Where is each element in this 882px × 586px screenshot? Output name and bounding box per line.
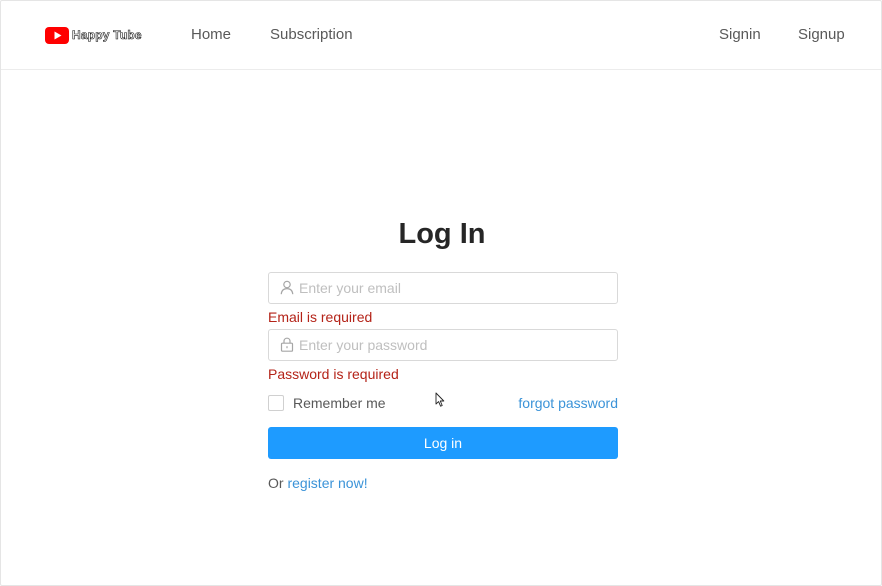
page-title: Log In — [398, 218, 486, 250]
youtube-play-icon — [45, 26, 69, 44]
remember-me-label: Remember me — [293, 395, 386, 411]
register-prompt: Or register now! — [268, 474, 368, 492]
brand-name: Happy Tube — [72, 28, 142, 43]
page-frame: Happy Tube Home Subscription Signin Sign… — [0, 0, 882, 586]
email-field — [268, 272, 618, 304]
nav-home-link[interactable]: Home — [191, 26, 231, 44]
login-button[interactable]: Log in — [268, 427, 618, 459]
lock-icon — [280, 337, 294, 352]
forgot-password-link[interactable]: forgot password — [512, 394, 618, 412]
user-icon — [280, 280, 294, 295]
register-prefix-text: Or — [268, 475, 284, 491]
password-error-message: Password is required — [268, 366, 399, 382]
nav-signin-link[interactable]: Signin — [719, 26, 761, 44]
mouse-pointer-icon — [435, 392, 445, 407]
nav-signup-link[interactable]: Signup — [798, 26, 845, 44]
brand-logo[interactable]: Happy Tube — [45, 26, 142, 44]
nav-subscription-link[interactable]: Subscription — [270, 26, 353, 44]
password-input[interactable] — [299, 330, 609, 360]
email-error-message: Email is required — [268, 309, 373, 325]
password-field — [268, 329, 618, 361]
register-now-link[interactable]: register now! — [287, 475, 367, 491]
top-navbar: Happy Tube Home Subscription Signin Sign… — [1, 1, 881, 70]
email-input[interactable] — [299, 273, 609, 303]
remember-me-checkbox[interactable] — [268, 395, 284, 411]
remember-me-option[interactable]: Remember me — [268, 394, 386, 412]
